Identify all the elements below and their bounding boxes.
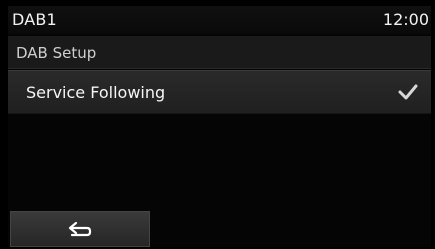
list-item-service-following[interactable]: Service Following [8, 70, 431, 114]
status-bar: DAB1 12:00 [8, 6, 431, 34]
source-label: DAB1 [12, 10, 57, 29]
list-item-label: Service Following [26, 83, 166, 102]
clock: 12:00 [382, 10, 429, 29]
menu-header: DAB Setup [8, 36, 431, 69]
screen-content: DAB1 12:00 DAB Setup Service Following [8, 6, 431, 247]
back-button[interactable] [10, 211, 150, 247]
menu-title: DAB Setup [16, 44, 97, 62]
radio-screen: DAB1 12:00 DAB Setup Service Following [0, 0, 435, 249]
checkmark-icon [397, 83, 419, 101]
back-arrow-icon [67, 220, 93, 238]
